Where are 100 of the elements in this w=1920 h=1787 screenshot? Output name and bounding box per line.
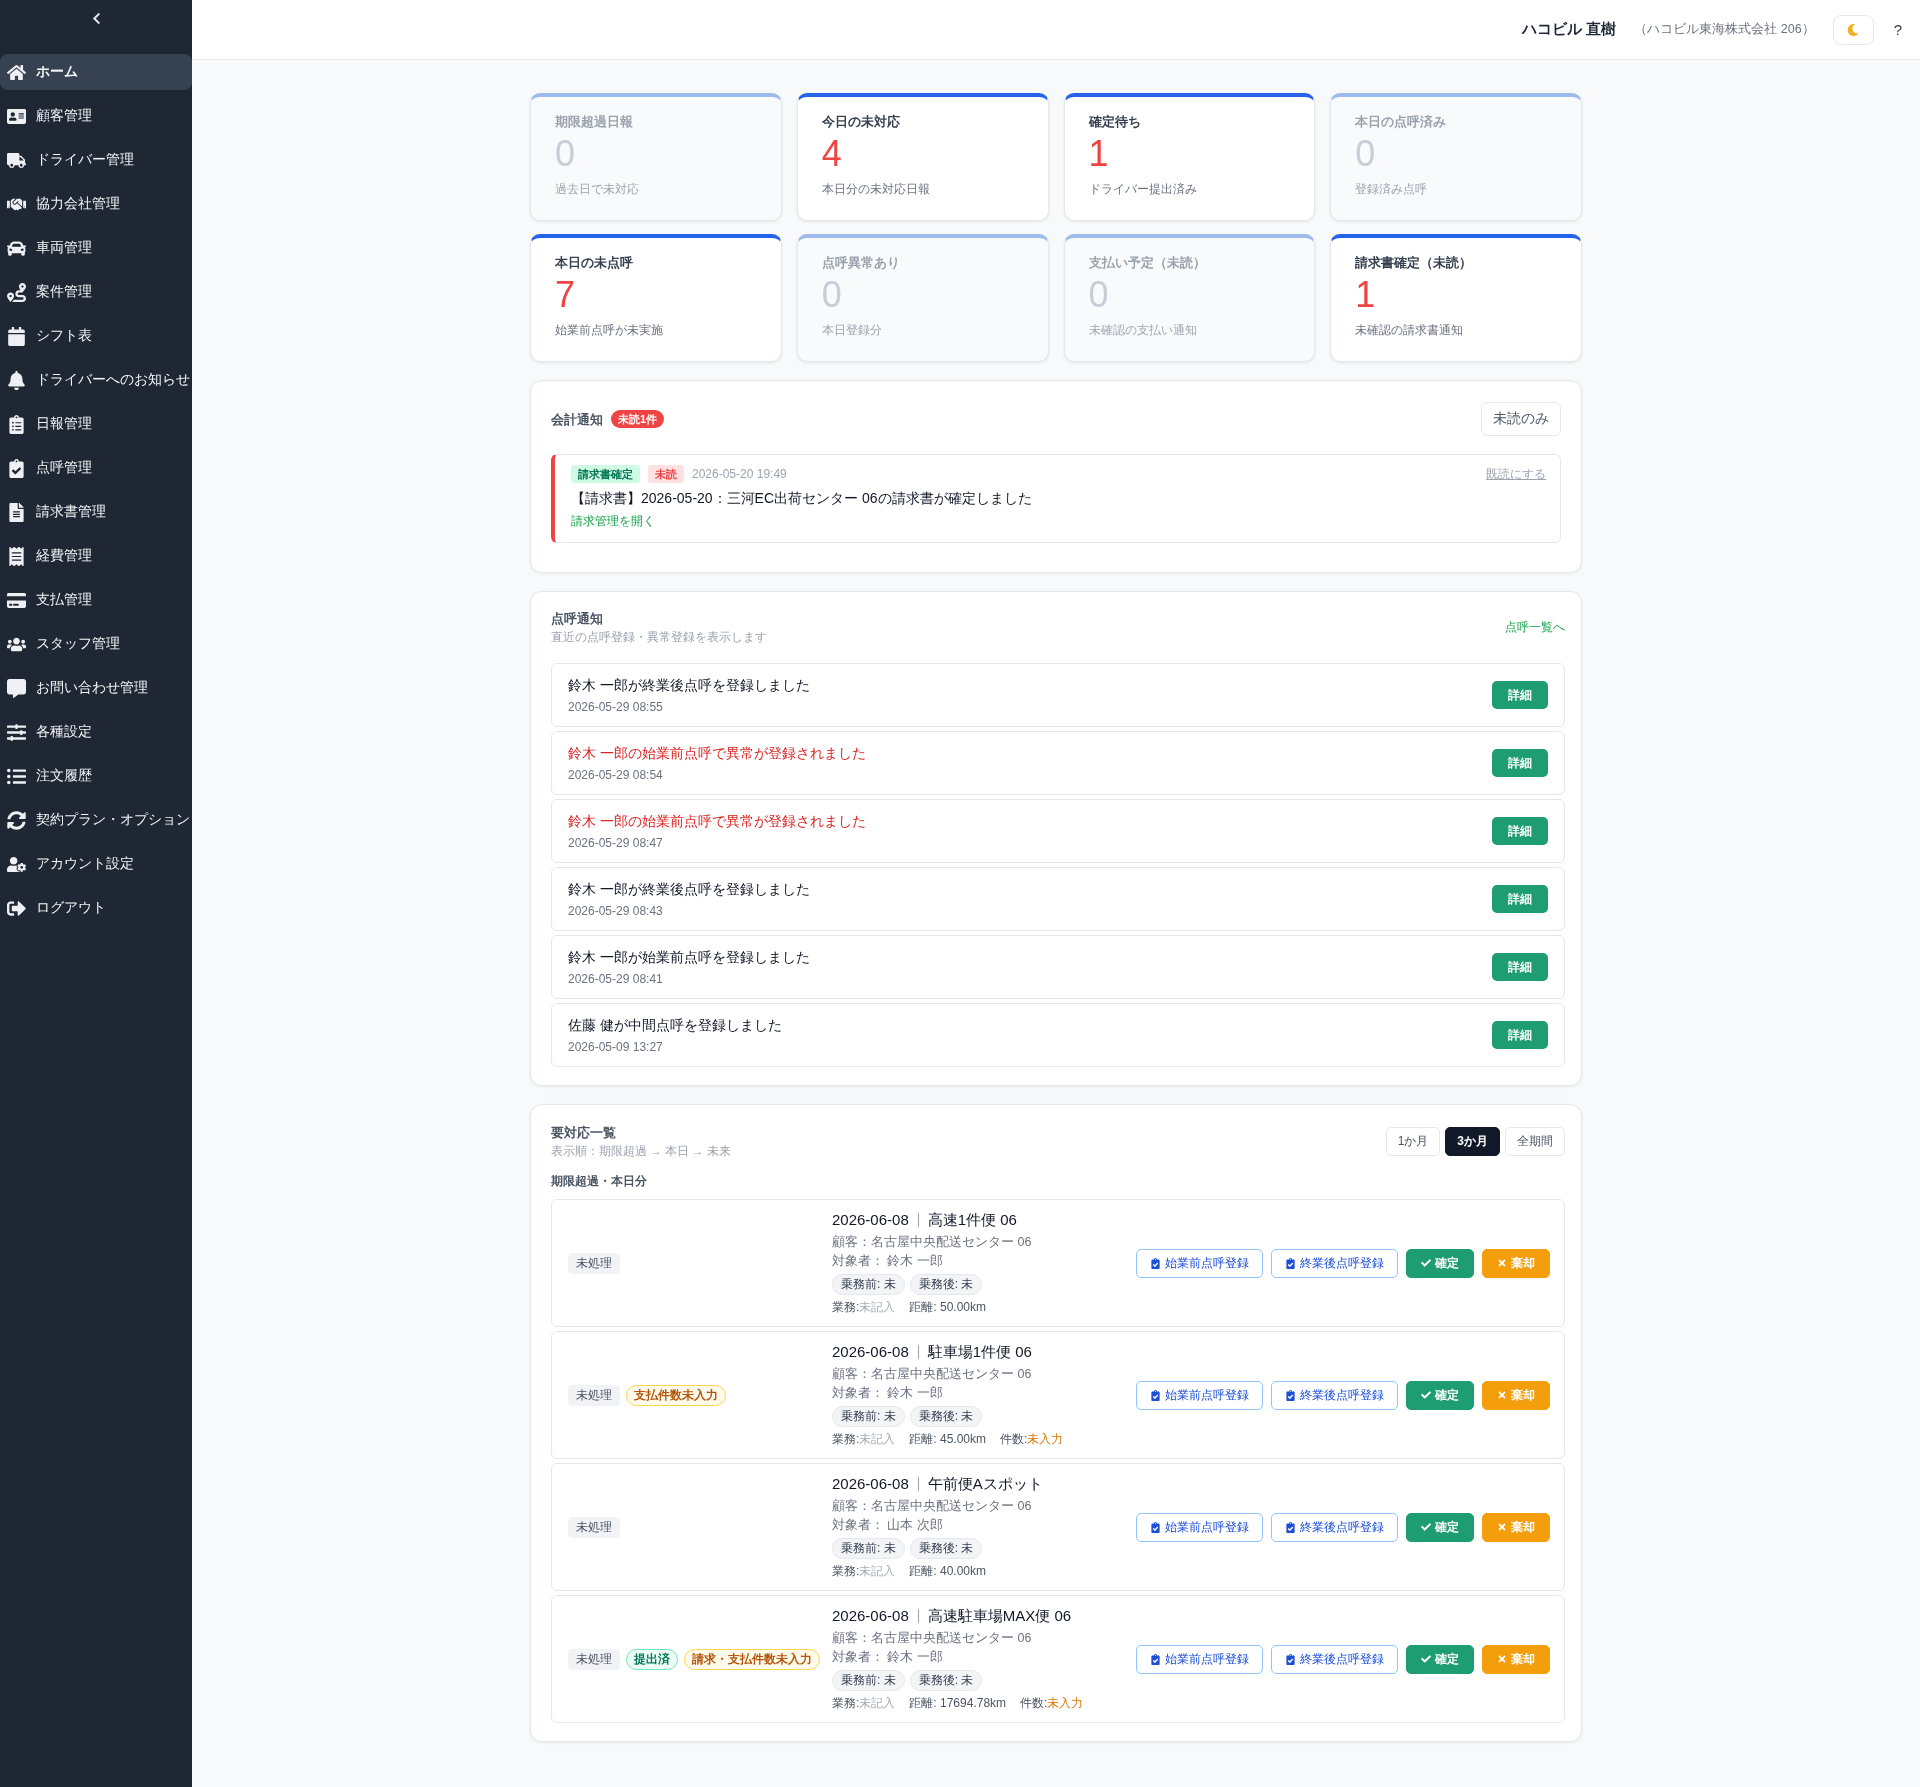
sidebar-item[interactable]: 請求書管理 [0,494,192,530]
task-meta: 距離: 17694.78km [909,1695,1007,1712]
roll-call-register-button[interactable]: 始業前点呼登録 [1136,1248,1263,1278]
stat-value: 4 [821,134,842,174]
roll-call-time: 2026-05-29 08:47 [568,834,663,851]
check-status-pill: 乗務前: 未 [832,1274,905,1295]
category-tag: 請求書確定 [571,465,640,483]
clipboard-list-icon [7,414,26,434]
roll-call-register-button[interactable]: 始業前点呼登録 [1136,1380,1263,1410]
roll-call-register-button[interactable]: 終業後点呼登録 [1271,1380,1398,1410]
period-tab[interactable]: 1か月 [1385,1127,1441,1156]
notification-message: 【請求書】2026-05-20：三河EC出荷センター 06の請求書が確定しました [571,489,1032,507]
roll-call-register-button[interactable]: 始業前点呼登録 [1136,1644,1263,1674]
task-meta: 距離: 50.00km [909,1299,987,1316]
check-status-pill: 乗務後: 未 [909,1406,983,1427]
sidebar-item[interactable]: 案件管理 [0,274,192,310]
task-name: 駐車場1件便 06 [927,1342,1032,1362]
sidebar-item[interactable]: アカウント設定 [0,846,192,882]
truck-icon [7,150,26,170]
sidebar-item[interactable]: お問い合わせ管理 [0,670,192,706]
stat-value: 1 [1088,134,1109,174]
roll-call-list-link[interactable]: 点呼一覧へ [1505,619,1565,636]
check-icon [1421,1390,1431,1400]
stat-value: 1 [1355,275,1376,315]
roll-call-message: 佐藤 健が中間点呼を登録しました [568,1015,782,1034]
section-label: 期限超過・本日分 [551,1173,647,1190]
clipboard-check-icon [1150,1257,1161,1269]
roll-call-time: 2026-05-29 08:41 [568,970,663,987]
check-icon [1421,1522,1431,1532]
task-assignee: 対象者： 鈴木 一郎 [832,1385,943,1402]
task-assignee: 対象者： 鈴木 一郎 [832,1253,943,1270]
theme-toggle-button[interactable] [1832,14,1874,45]
stat-title: 点呼異常あり [821,255,900,271]
sliders-icon [7,722,26,742]
cross-icon [1497,1654,1507,1664]
sidebar-item[interactable]: 車両管理 [0,230,192,266]
receipt-icon [7,546,26,566]
check-status-pill: 乗務前: 未 [832,1538,905,1559]
help-button[interactable]: ? [1889,21,1906,38]
unread-filter-button[interactable]: 未読のみ [1481,402,1561,436]
task-date: 2026-06-08 [832,1342,909,1362]
panel-subtitle: 表示順：期限超過 → 本日 → 未来 [551,1144,731,1159]
open-billing-link[interactable]: 請求管理を開く [571,513,655,530]
user-name: ハコビル 直樹 [1522,20,1617,39]
sidebar-item[interactable]: 各種設定 [0,714,192,750]
clipboard-check-icon [1150,1653,1161,1665]
roll-call-time: 2026-05-09 13:27 [568,1038,663,1055]
cross-icon [1497,1522,1507,1532]
user-gear-icon [7,854,26,874]
sidebar-item[interactable]: 契約プラン・オプション [0,802,192,838]
task-date: 2026-06-08 [832,1210,909,1230]
task-meta: 件数:未入力 [1020,1695,1084,1712]
stat-title: 確定待ち [1088,114,1141,130]
unread-count-badge: 未読1件 [611,410,665,428]
sidebar-item[interactable]: ドライバーへのお知らせ [0,362,192,398]
roll-call-time: 2026-05-29 08:43 [568,902,663,919]
stat-title: 支払い予定（未読） [1088,255,1206,271]
status-badge: 支払件数未入力 [626,1384,726,1406]
sidebar-item[interactable]: 日報管理 [0,406,192,442]
sidebar-item[interactable]: スタッフ管理 [0,626,192,662]
status-badge: 未処理 [568,1252,620,1274]
sidebar-item[interactable]: 協力会社管理 [0,186,192,222]
sidebar-item[interactable]: ホーム [0,54,192,90]
roll-call-time: 2026-05-29 08:55 [568,698,663,715]
task-customer: 顧客：名古屋中央配送センター 06 [832,1366,1032,1383]
task-meta: 業務:未記入 [832,1431,896,1448]
roll-call-register-button[interactable]: 終業後点呼登録 [1271,1512,1398,1542]
clipboard-check-icon [1285,1653,1296,1665]
sidebar-item[interactable]: シフト表 [0,318,192,354]
period-tab[interactable]: 全期間 [1505,1127,1565,1156]
panel-subtitle: 直近の点呼登録・異常登録を表示します [551,630,767,645]
roll-call-register-button[interactable]: 終業後点呼登録 [1271,1248,1398,1278]
task-meta: 業務:未記入 [832,1299,896,1316]
stat-caption: 始業前点呼が未実施 [555,323,663,338]
check-status-pill: 乗務前: 未 [832,1670,905,1691]
sidebar-item[interactable]: 注文履歴 [0,758,192,794]
clipboard-check-icon [1285,1389,1296,1401]
status-badge: 未処理 [568,1384,620,1406]
sidebar-item[interactable]: 経費管理 [0,538,192,574]
roll-call-message: 鈴木 一郎の始業前点呼で異常が登録されました [568,811,866,830]
sidebar-item[interactable]: 点呼管理 [0,450,192,486]
sidebar-item[interactable]: ログアウト [0,890,192,926]
status-badge: 未処理 [568,1648,620,1670]
stat-caption: 未確認の支払い通知 [1088,323,1197,338]
task-meta: 業務:未記入 [832,1563,896,1580]
task-customer: 顧客：名古屋中央配送センター 06 [832,1234,1032,1251]
panel-title: 点呼通知 [551,610,603,627]
bell-icon [7,370,26,390]
sidebar-item[interactable]: 支払管理 [0,582,192,618]
sidebar-item[interactable]: 顧客管理 [0,98,192,134]
sidebar-item[interactable]: ドライバー管理 [0,142,192,178]
period-tab[interactable]: 3か月 [1445,1127,1500,1156]
check-icon [1421,1258,1431,1268]
roll-call-register-button[interactable]: 終業後点呼登録 [1271,1644,1398,1674]
task-customer: 顧客：名古屋中央配送センター 06 [832,1498,1032,1515]
roll-call-register-button[interactable]: 始業前点呼登録 [1136,1512,1263,1542]
home-icon [7,62,26,82]
company-name: （ハコビル東海株式会社 206） [1634,21,1815,38]
task-meta: 件数:未入力 [1000,1431,1064,1448]
task-name: 高速駐車場MAX便 06 [927,1606,1072,1626]
